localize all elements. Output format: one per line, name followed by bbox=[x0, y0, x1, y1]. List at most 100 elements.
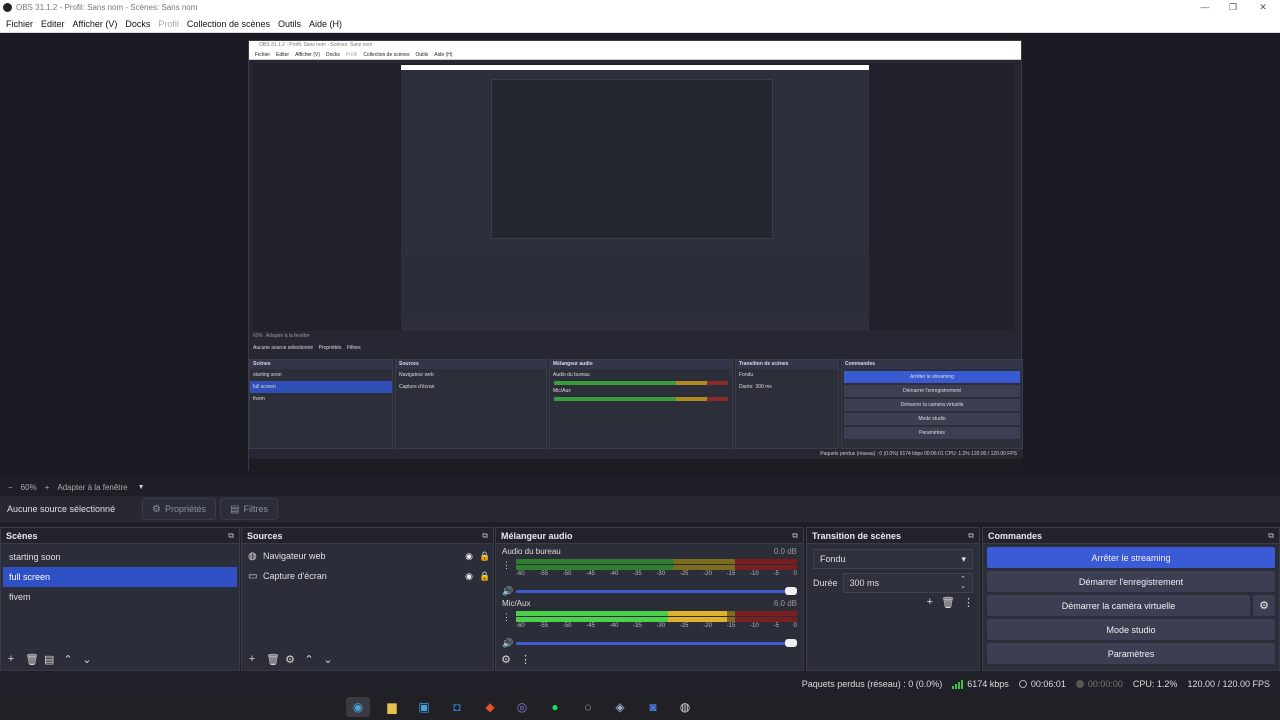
zoom-in-button[interactable]: + bbox=[45, 483, 50, 492]
obs-studio-icon[interactable]: ◍ bbox=[673, 697, 697, 717]
maximize-button[interactable]: ❐ bbox=[1218, 0, 1248, 15]
filter-icon[interactable]: ▤ bbox=[44, 653, 54, 666]
more-options-icon[interactable]: ⋮ bbox=[502, 612, 511, 623]
move-up-icon[interactable]: ⌃ bbox=[63, 653, 73, 666]
add-transition-icon[interactable]: + bbox=[927, 596, 933, 609]
menu-editer[interactable]: Editer bbox=[37, 19, 69, 29]
gear-icon[interactable]: ⚙ bbox=[1253, 595, 1275, 616]
settings-button[interactable]: Paramètres bbox=[987, 643, 1275, 664]
menu-profil[interactable]: Profil bbox=[154, 19, 183, 29]
preview-canvas[interactable]: OBS 31.1.2 - Profil: Sans nom - Scènes: … bbox=[0, 33, 1280, 477]
close-button[interactable]: ✕ bbox=[1248, 0, 1278, 15]
filters-button[interactable]: ▤ Filtres bbox=[220, 498, 278, 520]
nested-title: OBS 31.1.2 - Profil: Sans nom - Scènes: … bbox=[249, 41, 1021, 50]
source-item[interactable]: ◍ Navigateur web ◉ 🔒 bbox=[242, 546, 493, 566]
brave-icon[interactable]: ◆ bbox=[478, 697, 502, 717]
start-recording-button[interactable]: Démarrer l'enregistrement bbox=[987, 571, 1275, 592]
meter-bar bbox=[516, 617, 797, 622]
scale-tick: -30 bbox=[656, 571, 666, 577]
nested-commands-title: Commandes bbox=[842, 360, 1022, 369]
stream-time-group: 00:06:01 bbox=[1018, 679, 1066, 689]
menu-aide[interactable]: Aide (H) bbox=[305, 19, 346, 29]
volume-slider-handle[interactable] bbox=[785, 586, 797, 595]
menu-docks[interactable]: Docks bbox=[121, 19, 154, 29]
dock-menu-icon[interactable]: ⧉ bbox=[792, 531, 798, 541]
more-options-icon[interactable]: ⋮ bbox=[963, 596, 974, 609]
speaker-icon[interactable]: 🔊 bbox=[502, 638, 516, 649]
volume-slider[interactable] bbox=[516, 586, 797, 595]
nested-scene-item: starting soon bbox=[253, 372, 282, 378]
steam-icon[interactable]: ◈ bbox=[608, 697, 632, 717]
zoom-out-button[interactable]: − bbox=[8, 483, 13, 492]
scene-item[interactable]: full screen bbox=[3, 567, 237, 587]
dock-menu-icon[interactable]: ⧉ bbox=[968, 531, 974, 541]
stop-streaming-button[interactable]: Arrêter le streaming bbox=[987, 547, 1275, 568]
add-scene-icon[interactable]: + bbox=[6, 653, 16, 665]
menu-collection-scenes[interactable]: Collection de scènes bbox=[183, 19, 274, 29]
app-icon[interactable]: ◙ bbox=[641, 697, 665, 717]
eye-icon[interactable]: ◉ bbox=[461, 571, 477, 582]
duration-input[interactable]: 300 ms ⌃ ⌄ bbox=[842, 573, 973, 593]
meter-bar bbox=[516, 565, 797, 570]
folder-icon[interactable]: ▆ bbox=[380, 697, 404, 717]
menu-fichier[interactable]: Fichier bbox=[2, 19, 37, 29]
menu-outils[interactable]: Outils bbox=[274, 19, 305, 29]
lock-icon[interactable]: 🔒 bbox=[477, 551, 493, 562]
nested-no-source: Aucune source sélectionné bbox=[253, 345, 314, 351]
start-virtualcam-button[interactable]: Démarrer la caméra virtuelle bbox=[987, 595, 1250, 616]
stepper-icon[interactable]: ⌃ ⌄ bbox=[960, 576, 966, 590]
nested-menu-item: Collection de scènes bbox=[363, 52, 410, 58]
speaker-icon[interactable]: 🔊 bbox=[502, 586, 516, 597]
nested-properties: Propriétés bbox=[318, 345, 342, 351]
volume-slider-handle[interactable] bbox=[785, 638, 797, 647]
nested-duration-value: 300 ms bbox=[755, 384, 772, 390]
lock-icon[interactable]: 🔒 bbox=[477, 571, 493, 582]
outlook-icon[interactable]: ◘ bbox=[445, 697, 469, 717]
nested-transition-panel: Transition de scènes Fondu Durée 300 ms bbox=[735, 359, 839, 449]
dock-menu-icon[interactable]: ⧉ bbox=[1268, 531, 1274, 541]
nested-duration: Durée 300 ms bbox=[736, 381, 838, 393]
trash-icon[interactable]: 🗑 bbox=[941, 596, 955, 609]
move-down-icon[interactable]: ⌄ bbox=[323, 653, 333, 666]
gear-icon[interactable]: ⚙ bbox=[285, 653, 295, 666]
move-down-icon[interactable]: ⌄ bbox=[82, 653, 92, 666]
spotify-icon[interactable]: ● bbox=[543, 697, 567, 717]
scenes-toolbar: + 🗑 ▤ ⌃ ⌄ bbox=[1, 648, 239, 670]
volume-slider[interactable] bbox=[516, 638, 797, 647]
transition-select[interactable]: Fondu ▾ bbox=[813, 549, 973, 569]
source-item[interactable]: ▭ Capture d'écran ◉ 🔒 bbox=[242, 566, 493, 586]
nested-menu-item: Aide (H) bbox=[434, 52, 453, 58]
trash-icon[interactable]: 🗑 bbox=[266, 653, 280, 666]
windows-taskbar: ◉ ▆ ▣ ◘ ◆ ◎ ● ◌ ◈ ◙ ◍ bbox=[0, 694, 1280, 720]
obs-icon[interactable]: ◌ bbox=[576, 697, 600, 717]
eye-icon[interactable]: ◉ bbox=[461, 551, 477, 562]
menu-bar: Fichier Editer Afficher (V) Docks Profil… bbox=[0, 15, 1280, 33]
more-options-icon[interactable]: ⋮ bbox=[502, 560, 511, 571]
studio-mode-button[interactable]: Mode studio bbox=[987, 619, 1275, 640]
discord-icon[interactable]: ◎ bbox=[510, 697, 534, 717]
properties-button[interactable]: ⚙ Propriétés bbox=[142, 498, 216, 520]
nested-shot-menu bbox=[401, 65, 869, 70]
dock-menu-icon[interactable]: ⧉ bbox=[228, 531, 234, 541]
channel-db: 6.0 dB bbox=[773, 599, 797, 608]
meter-fill bbox=[516, 611, 727, 616]
add-source-icon[interactable]: + bbox=[247, 653, 257, 665]
scale-tick: -35 bbox=[633, 623, 642, 629]
dock-menu-icon[interactable]: ⧉ bbox=[482, 531, 488, 541]
scene-item[interactable]: fivem bbox=[3, 587, 237, 607]
menu-afficher[interactable]: Afficher (V) bbox=[69, 19, 122, 29]
scale-tick: -25 bbox=[679, 571, 689, 577]
advanced-audio-icon[interactable]: ⚙ bbox=[501, 653, 511, 666]
edge-icon[interactable]: ◉ bbox=[346, 697, 370, 717]
zoom-bar: − 60% + Adapter à la fenêtre ▼ bbox=[0, 479, 1280, 495]
minimize-button[interactable]: — bbox=[1190, 0, 1220, 15]
store-icon[interactable]: ▣ bbox=[412, 697, 436, 717]
scale-tick: 0 bbox=[793, 571, 797, 577]
more-options-icon[interactable]: ⋮ bbox=[520, 653, 531, 666]
trash-icon[interactable]: 🗑 bbox=[25, 653, 39, 666]
scene-item[interactable]: starting soon bbox=[3, 547, 237, 567]
chevron-down-icon[interactable]: ▼ bbox=[138, 484, 145, 491]
fit-window-label[interactable]: Adapter à la fenêtre bbox=[57, 483, 127, 492]
move-up-icon[interactable]: ⌃ bbox=[304, 653, 314, 666]
scale-tick: -10 bbox=[750, 571, 759, 577]
